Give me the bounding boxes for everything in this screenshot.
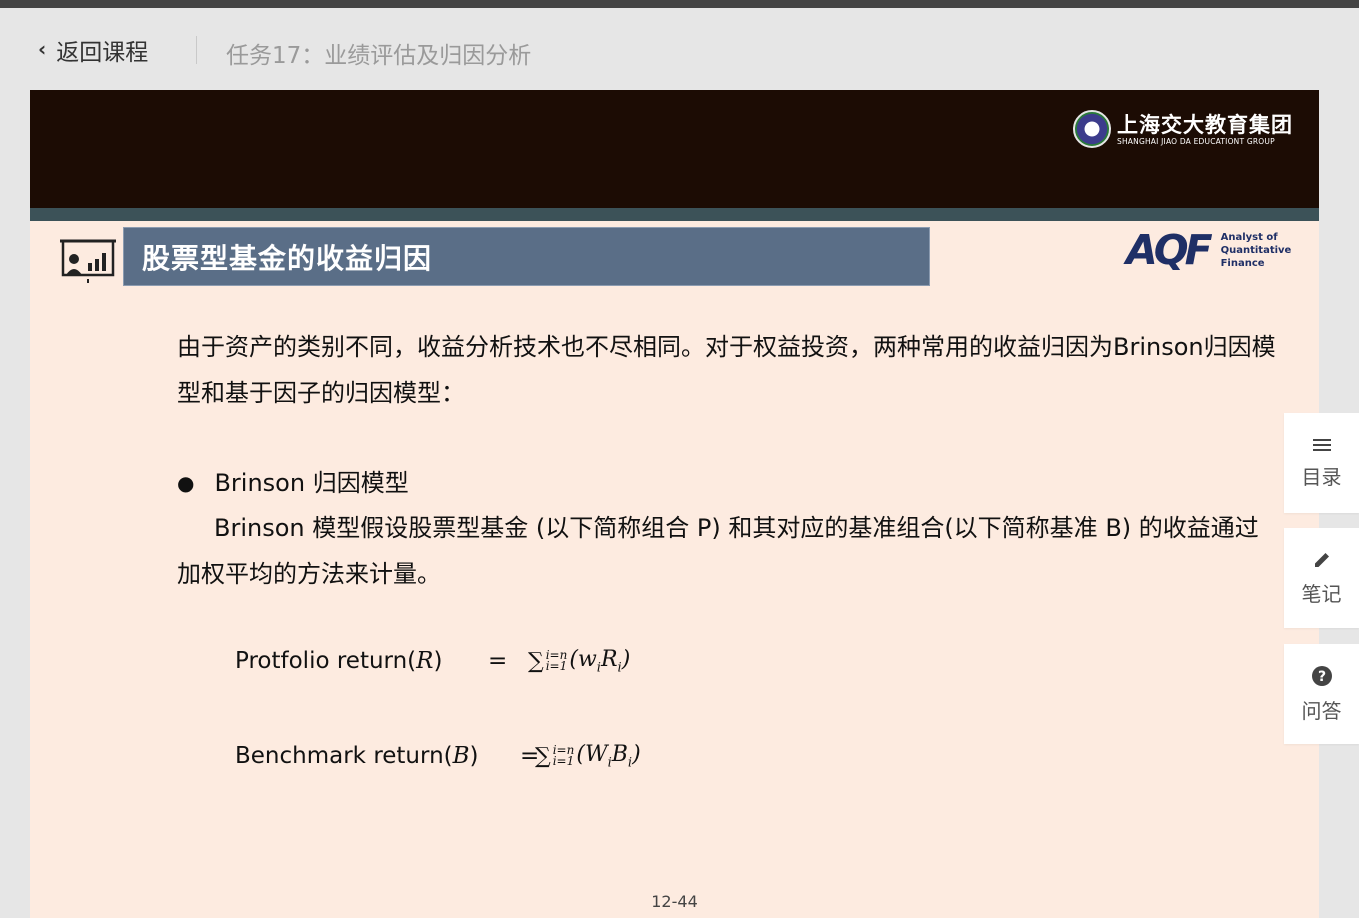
slide-page-number: 12-44 xyxy=(651,892,698,911)
brinson-paragraph: Brinson 模型假设股票型基金 (以下简称组合 P) 和其对应的基准组合(以… xyxy=(177,514,1259,588)
question-circle-icon: ? xyxy=(1311,665,1332,686)
qa-label: 问答 xyxy=(1301,698,1342,723)
aqf-line-1: Analyst of xyxy=(1220,231,1278,243)
slide-title: 股票型基金的收益归因 xyxy=(142,241,433,275)
course-header: ‹ 返回课程 任务17：业绩评估及归因分析 xyxy=(0,8,1359,90)
lecture-slide: 上海交大教育集团 SHANGHAI JIAO DA EDUCATIONT GRO… xyxy=(30,90,1319,918)
formula2-equals: = xyxy=(520,743,540,770)
slide-top-bar xyxy=(30,90,1319,208)
pencil-icon xyxy=(1314,552,1329,567)
formula2-weight: W xyxy=(584,742,608,767)
slide-accent-bar xyxy=(30,208,1319,221)
back-to-course-button[interactable]: ‹ 返回课程 xyxy=(38,34,148,66)
presentation-icon xyxy=(60,239,116,283)
notes-button[interactable]: 笔记 xyxy=(1284,528,1359,628)
formula1-equals: = xyxy=(488,648,508,675)
formula1-return: R xyxy=(600,647,618,672)
slide-title-band: 股票型基金的收益归因 xyxy=(123,227,930,286)
chevron-left-icon: ‹ xyxy=(38,37,47,61)
formula2-var: B xyxy=(452,743,470,770)
menu-icon xyxy=(1312,438,1331,451)
qa-button[interactable]: ? 问答 xyxy=(1284,644,1359,744)
logo-chinese-text: 上海交大教育集团 xyxy=(1117,111,1293,137)
bullet-text: Brinson 归因模型 xyxy=(214,469,409,497)
logo-english-text: SHANGHAI JIAO DA EDUCATIONT GROUP xyxy=(1117,136,1275,146)
formula2-term: (WiBi) xyxy=(576,742,641,771)
intro-paragraph: 由于资产的类别不同，收益分析技术也不尽相同。对于权益投资，两种常用的收益归因为B… xyxy=(177,333,1276,407)
formula1-sub-r: i xyxy=(617,660,622,676)
formula1-label: Protfolio return( xyxy=(235,648,417,675)
task-title: 任务17：业绩评估及归因分析 xyxy=(226,43,532,69)
formula2-return: B xyxy=(611,742,628,767)
formula2-label: Benchmark return( xyxy=(235,743,453,770)
aqf-logo: AQF Analyst of Quantitative Finance xyxy=(1126,226,1319,274)
benchmark-return-formula: Benchmark return(B) = ∑ i=n i=1 (WiBi) xyxy=(235,742,641,770)
formula2-sigma: ∑ xyxy=(535,743,551,769)
formula2-close: ) xyxy=(469,743,479,770)
portfolio-return-formula: Protfolio return(R) = ∑ i=n i=1 (wiRi) xyxy=(235,647,630,675)
notes-label: 笔记 xyxy=(1301,581,1342,606)
formula1-weight: w xyxy=(577,647,597,672)
formula2-sub-r: i xyxy=(627,755,633,771)
sjtu-emblem-icon xyxy=(1073,110,1111,148)
formula2-lower: i=1 xyxy=(552,754,575,769)
bullet-dot-icon: ● xyxy=(177,471,195,495)
svg-text:?: ? xyxy=(1317,669,1325,685)
back-to-course-label: 返回课程 xyxy=(56,40,149,66)
formula1-sigma: ∑ xyxy=(528,648,544,674)
sjtu-education-logo: 上海交大教育集团 SHANGHAI JIAO DA EDUCATIONT GRO… xyxy=(1073,110,1293,148)
header-divider xyxy=(196,36,197,64)
toc-button[interactable]: 目录 xyxy=(1284,413,1359,513)
bullet-item: ● Brinson 归因模型 xyxy=(177,460,409,506)
formula1-term: (wiRi) xyxy=(569,647,631,676)
formula1-lower: i=1 xyxy=(545,659,568,674)
aqf-mark: AQF xyxy=(1126,226,1213,274)
formula1-close: ) xyxy=(433,648,443,675)
top-strip xyxy=(0,0,1359,8)
toc-label: 目录 xyxy=(1301,464,1342,489)
aqf-line-2: Quantitative Finance xyxy=(1220,244,1292,269)
formula1-var: R xyxy=(416,648,434,675)
